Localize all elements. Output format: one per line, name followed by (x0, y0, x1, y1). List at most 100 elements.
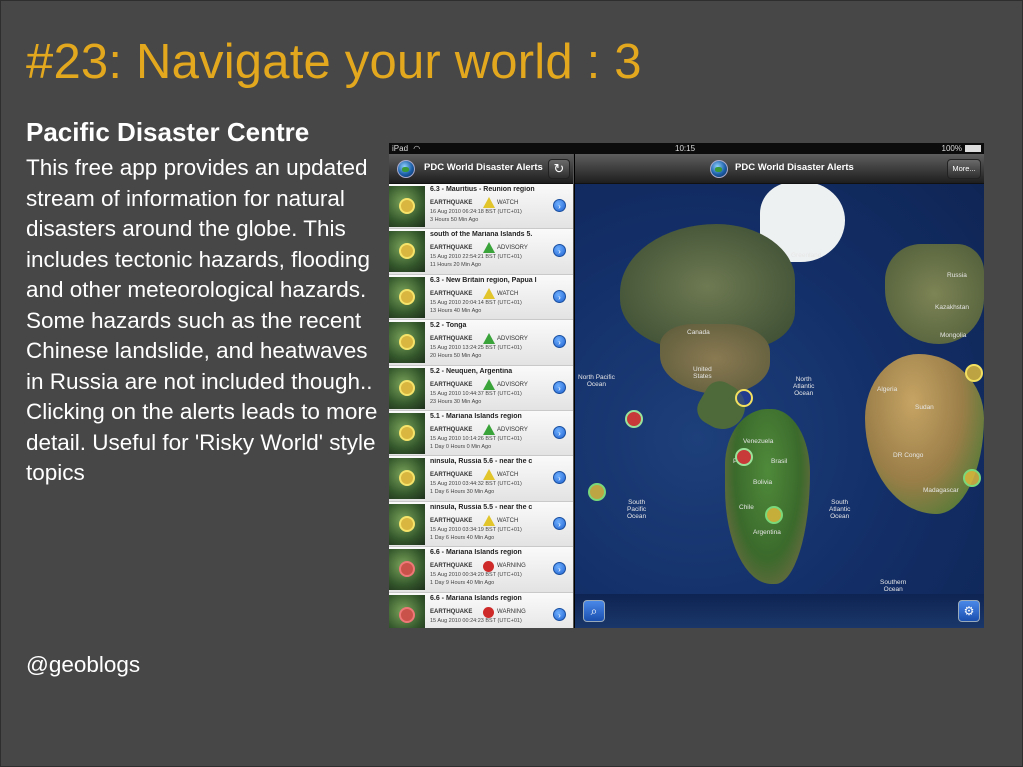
alert-marker-icon (399, 561, 415, 578)
alert-list-item[interactable]: 6.6 - Mariana Islands region EARTHQUAKE WA… (389, 547, 573, 593)
alert-level: WARNING (497, 563, 526, 570)
alert-type: EARTHQUAKE (430, 472, 473, 479)
map-search-button[interactable]: ⌕ (583, 600, 605, 622)
alert-date: 15 Aug 2010 10:44:37 BST (UTC+01) (430, 390, 522, 397)
alert-type: EARTHQUAKE (430, 426, 473, 433)
map-marker-alert[interactable] (735, 389, 753, 407)
alert-title: ninsula, Russia 5.6 - near the c (430, 458, 533, 466)
alert-list-item[interactable]: 6.3 - New Britain region, Papua I EARTHQU… (389, 274, 573, 321)
alert-type: EARTHQUAKE (430, 381, 473, 388)
alert-list-item[interactable]: south of the Mariana Islands 5. EARTHQUAK… (389, 229, 573, 275)
alert-date: 15 Aug 2010 03:44:32 BST (UTC+01) (430, 481, 522, 488)
alert-list-item[interactable]: 6.6 - Mariana Islands region EARTHQUAKE WA… (389, 592, 573, 628)
alert-list-item[interactable]: ninsula, Russia 5.5 - near the c EARTHQUA… (389, 501, 573, 548)
alert-level: ADVISORY (497, 381, 528, 388)
alert-title: 6.3 - New Britain region, Papua I (430, 276, 537, 284)
status-time: 10:15 (675, 144, 696, 153)
map-label-north-pacific: North Pacific Ocean (578, 374, 615, 388)
alert-type: EARTHQUAKE (430, 517, 473, 524)
alert-age: 20 Hours 50 Min Ago (430, 353, 482, 360)
alert-list-item[interactable]: 5.2 - Neuquen, Argentina EARTHQUAKE ADVISO… (389, 365, 573, 411)
alert-marker-icon (399, 606, 415, 623)
map-label-argentina: Argentina (753, 529, 781, 536)
disclosure-button[interactable]: › (553, 562, 566, 576)
alert-title: 5.2 - Neuquen, Argentina (430, 367, 513, 375)
map-marker-alert[interactable] (588, 483, 606, 501)
refresh-button[interactable]: ↻ (548, 159, 570, 179)
alert-level: WATCH (497, 517, 519, 524)
map-label-venezuela: Venezuela (743, 438, 774, 445)
alert-title: ninsula, Russia 5.5 - near the c (430, 503, 533, 511)
globe-icon (710, 160, 728, 178)
disclosure-button[interactable]: › (553, 199, 566, 212)
status-battery-text: 100% (941, 144, 962, 153)
alert-list-item[interactable]: ninsula, Russia 5.6 - near the c EARTHQUA… (389, 456, 573, 502)
map-label-kazakhstan: Kazakhstan (935, 304, 969, 311)
alert-list-item[interactable]: 5.1 - Mariana Islands region EARTHQUAKE AD… (389, 410, 573, 457)
map-marker-alert[interactable] (965, 364, 983, 382)
alert-level: WATCH (497, 290, 519, 297)
disclosure-button[interactable]: › (553, 425, 566, 439)
globe-icon (397, 160, 415, 178)
map-label-chile: Chile (739, 504, 754, 511)
alert-level: WATCH (497, 472, 519, 479)
disclosure-button[interactable]: › (553, 289, 566, 303)
refresh-icon: ↻ (553, 161, 565, 176)
map-label-greenland: Greenland (791, 252, 822, 259)
map-panel[interactable]: PDC World Disaster Alerts More... Greenl… (575, 154, 984, 628)
alert-age: 1 Day 0 Hours 0 Min Ago (430, 443, 492, 450)
map-label-algeria: Algeria (877, 386, 898, 393)
map-label-dr-congo: DR Congo (893, 452, 924, 459)
alert-level: ADVISORY (497, 336, 528, 343)
more-button[interactable]: More... (947, 159, 981, 179)
alert-level-icon (483, 514, 495, 526)
alert-age: 1 Day 6 Hours 40 Min Ago (430, 534, 495, 541)
status-device: iPad ◠ (392, 144, 420, 153)
alert-title: 5.2 - Tonga (430, 322, 467, 330)
author-handle: @geoblogs (26, 652, 141, 677)
map-marker-alert[interactable] (735, 448, 753, 466)
map-marker-alert[interactable] (625, 410, 643, 428)
disclosure-button[interactable]: › (553, 244, 566, 258)
disclosure-button[interactable]: › (553, 471, 566, 485)
alert-list-item[interactable]: 5.2 - Tonga EARTHQUAKE ADVISORY 15 Aug 2010… (389, 320, 573, 366)
status-device-label: iPad (392, 144, 409, 153)
alert-type: EARTHQUAKE (430, 563, 473, 570)
alert-map-thumbnail (389, 367, 425, 409)
alert-marker-icon (399, 470, 415, 487)
alert-date: 16 Aug 2010 06:24:18 BST (UTC+01) (430, 209, 522, 215)
alert-level: WATCH (497, 200, 519, 206)
map-label-bolivia: Bolivia (753, 479, 773, 486)
alert-date: 15 Aug 2010 20:04:14 BST (UTC+01) (430, 299, 522, 306)
map-marker-alert[interactable] (765, 506, 783, 524)
map-label-brasil: Brasil (771, 458, 788, 465)
alert-date: 15 Aug 2010 00:34:20 BST (UTC+01) (430, 572, 522, 579)
alert-date: 15 Aug 2010 03:34:19 BST (UTC+01) (430, 526, 522, 533)
alert-marker-icon (399, 379, 415, 396)
alert-age: 23 Hours 30 Min Ago (430, 398, 482, 405)
alert-type: EARTHQUAKE (430, 608, 473, 615)
alert-list-item[interactable]: 6.3 - Mauritius - Reunion region EARTHQUA… (389, 184, 573, 230)
alert-age: 3 Hours 50 Min Ago (430, 217, 479, 223)
disclosure-button[interactable]: › (553, 335, 566, 349)
disclosure-button[interactable]: › (553, 607, 566, 621)
map-marker-alert[interactable] (963, 469, 981, 487)
alert-map-thumbnail (389, 276, 425, 318)
map-label-madagascar: Madagascar (923, 487, 959, 494)
alert-map-thumbnail (389, 503, 425, 545)
disclosure-button[interactable]: › (553, 516, 566, 530)
alert-title: south of the Mariana Islands 5. (430, 231, 533, 239)
map-label-north-atlantic: North Atlantic Ocean (793, 376, 815, 397)
battery-icon (965, 145, 981, 152)
wifi-icon: ◠ (413, 144, 421, 153)
alert-marker-icon (399, 243, 415, 260)
disclosure-button[interactable]: › (553, 380, 566, 394)
alerts-nav-bar: PDC World Disaster Alerts ↻ (389, 154, 573, 184)
alert-type: EARTHQUAKE (430, 290, 473, 297)
alert-age: 1 Day 6 Hours 30 Min Ago (430, 489, 495, 496)
alert-map-thumbnail (389, 322, 425, 364)
slide-body: This free app provides an updated stream… (26, 155, 378, 485)
map-label-canada: Canada (687, 329, 710, 336)
alert-marker-icon (399, 424, 415, 441)
map-settings-button[interactable]: ⚙ (958, 600, 980, 622)
